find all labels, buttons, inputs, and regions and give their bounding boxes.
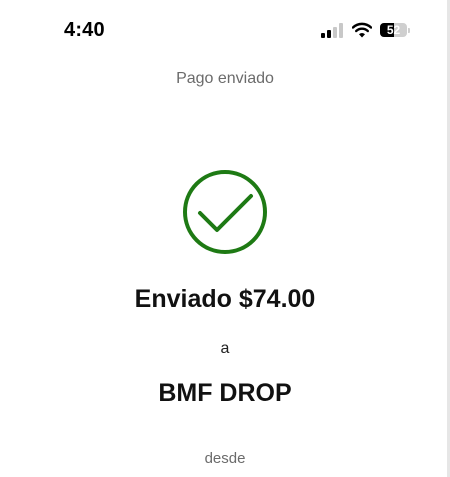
to-label: a xyxy=(220,340,230,357)
from-label: desde xyxy=(204,450,246,467)
wifi-icon xyxy=(352,22,372,38)
checkmark-circle-icon xyxy=(181,168,269,256)
status-time: 4:40 xyxy=(64,19,105,41)
status-bar: 4:40 52 xyxy=(0,0,450,62)
recipient-name: BMF DROP xyxy=(158,379,292,407)
battery-icon: 52 xyxy=(380,23,410,37)
page-title: Pago enviado xyxy=(176,70,274,87)
battery-level: 52 xyxy=(386,23,401,37)
status-icons: 52 xyxy=(320,22,410,38)
cellular-signal-icon xyxy=(321,23,343,38)
sent-amount: Enviado $74.00 xyxy=(134,285,316,313)
